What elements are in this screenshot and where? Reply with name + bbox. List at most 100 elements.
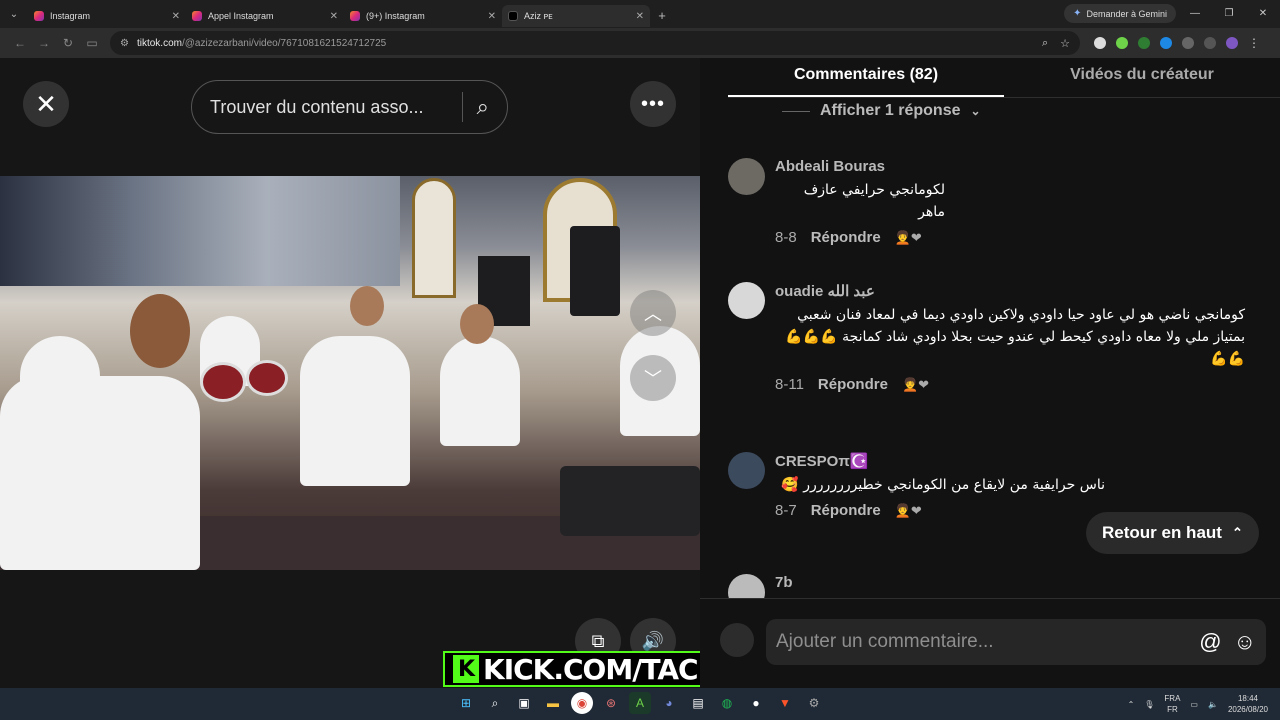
network-icon[interactable]: ▭ (1190, 700, 1198, 709)
reply-button[interactable]: Répondre (818, 376, 888, 393)
extension-icon[interactable] (1094, 37, 1106, 49)
back-icon[interactable]: ← (8, 36, 32, 50)
volume-icon[interactable]: 🔈 (1208, 700, 1218, 709)
avatar[interactable] (728, 158, 765, 195)
comment-username[interactable]: 7b (775, 574, 1255, 591)
video-scene-drum (246, 360, 288, 396)
video-player[interactable] (0, 176, 700, 570)
start-windows-icon[interactable]: ⊞ (455, 692, 477, 714)
close-window-icon[interactable]: ✕ (1246, 0, 1280, 28)
video-scene-person (350, 286, 384, 326)
tab-comments[interactable]: Commentaires (82) (728, 58, 1004, 97)
comment-input[interactable]: Ajouter un commentaire... @ ☺ (766, 619, 1266, 665)
minimize-icon[interactable]: — (1178, 0, 1212, 28)
related-search-input[interactable]: Trouver du contenu asso... ⌕ (191, 80, 508, 134)
video-scene-drum (200, 362, 246, 402)
reply-button[interactable]: Répondre (811, 229, 881, 246)
tab-close-icon[interactable]: ✕ (636, 11, 644, 22)
extensions-bar: ⋮ (1094, 36, 1260, 50)
mention-icon[interactable]: @ (1199, 629, 1221, 655)
spotify-icon[interactable]: ◍ (716, 692, 738, 714)
system-tray: ⌃ 🎙 FRA FR ▭ 🔈 18:44 2026/08/20 (1128, 688, 1268, 720)
instagram-favicon-icon (192, 11, 202, 21)
clock-date: 2026/08/20 (1227, 705, 1268, 714)
tab-creator-videos[interactable]: Vidéos du créateur (1004, 58, 1280, 97)
avatar[interactable] (728, 574, 765, 598)
url-field[interactable]: ⚙ tiktok.com/@azizezarbani/video/7671081… (110, 31, 1080, 55)
tab-instagram-notifications[interactable]: (9+) Instagram ✕ (344, 5, 502, 27)
forward-icon[interactable]: → (32, 36, 56, 50)
tab-close-icon[interactable]: ✕ (172, 11, 180, 22)
gemini-spark-icon: ✦ (1073, 8, 1082, 19)
task-view-icon[interactable]: ▣ (513, 692, 535, 714)
extensions-puzzle-icon[interactable] (1182, 37, 1194, 49)
obs-icon[interactable]: ● (745, 692, 767, 714)
extension-icon[interactable] (1160, 37, 1172, 49)
discord-icon[interactable]: ◕ (658, 692, 680, 714)
ask-gemini-button[interactable]: ✦ Demander à Gemini (1064, 4, 1176, 23)
microphone-icon[interactable]: 🎙 (1144, 700, 1154, 709)
video-scene-person (300, 336, 410, 486)
back-to-top-button[interactable]: Retour en haut ⌃ (1086, 512, 1259, 554)
zoom-icon[interactable]: ⌕ (1042, 37, 1048, 50)
video-scene-person (130, 294, 190, 368)
tab-appel-instagram[interactable]: Appel Instagram ✕ (186, 5, 344, 27)
tab-search-icon[interactable]: ⌄ (0, 9, 28, 20)
url-host: tiktok.com (136, 37, 182, 49)
side-panel-icon[interactable]: ▭ (80, 36, 104, 50)
app-icon[interactable]: A (629, 692, 651, 714)
settings-gear-icon[interactable]: ⚙ (803, 692, 825, 714)
brave-icon[interactable]: ▼ (774, 692, 796, 714)
tray-overflow-icon[interactable]: ⌃ (1128, 700, 1135, 709)
language-indicator[interactable]: FRA FR (1164, 693, 1180, 715)
show-replies-button[interactable]: Afficher 1 réponse ⌄ (782, 102, 981, 120)
tab-close-icon[interactable]: ✕ (488, 11, 496, 22)
new-tab-button[interactable]: + (650, 8, 674, 23)
comment-username[interactable]: CRESPOπ☪️ (775, 452, 1255, 470)
file-explorer-icon[interactable]: ▬ (542, 692, 564, 714)
reply-button[interactable]: Répondre (811, 502, 881, 519)
close-video-button[interactable]: ✕ (23, 81, 69, 127)
avatar[interactable] (728, 282, 765, 319)
comment-date: 8-11 (775, 376, 804, 393)
site-info-icon[interactable]: ⚙ (120, 38, 129, 49)
tab-tiktok[interactable]: Aziz ᴘᴇ ✕ (502, 5, 650, 27)
tab-instagram[interactable]: Instagram ✕ (28, 5, 186, 27)
emoji-icon[interactable]: ☺ (1234, 629, 1256, 655)
taskbar-apps: ⊞ ⌕ ▣ ▬ ◉ ⊛ A ◕ ▤ ◍ ● ▼ ⚙ (455, 692, 825, 714)
comment-username[interactable]: Abdeali Bouras (775, 158, 1255, 175)
app-icon[interactable]: ⊛ (600, 692, 622, 714)
url-path: /@azizezarbani/video/7671081621524712725 (181, 37, 387, 49)
comment-text: ناس حرايفية من لايقاع من الكومانجي خطيرر… (781, 477, 1105, 493)
maximize-icon[interactable]: ❐ (1212, 0, 1246, 28)
creator-liked-icon: 🧑‍🦱❤ (894, 229, 922, 245)
extension-icon[interactable] (1116, 37, 1128, 49)
app-icon[interactable]: ▤ (687, 692, 709, 714)
menu-dots-icon[interactable]: ⋮ (1248, 36, 1260, 50)
more-dots-icon: ••• (640, 92, 665, 115)
avatar[interactable] (728, 452, 765, 489)
previous-video-button[interactable]: ︿ (630, 290, 676, 336)
extension-icon[interactable] (1138, 37, 1150, 49)
chrome-icon[interactable]: ◉ (571, 692, 593, 714)
clock[interactable]: 18:44 2026/08/20 (1228, 693, 1268, 715)
profile-avatar-icon[interactable] (1226, 37, 1238, 49)
reload-icon[interactable]: ↻ (56, 36, 80, 50)
comment-username[interactable]: ouadie عبد الله (775, 282, 1255, 300)
comments-tabs: Commentaires (82) Vidéos du créateur (728, 58, 1280, 98)
show-replies-label: Afficher 1 réponse (820, 102, 961, 119)
creator-liked-icon: 🧑‍🦱❤ (901, 376, 930, 392)
comment-text: لكومانجي حرايفي عازف ماهر (803, 182, 945, 220)
search-icon[interactable]: ⌕ (477, 94, 489, 120)
bookmark-star-icon[interactable]: ☆ (1060, 37, 1070, 50)
search-icon[interactable]: ⌕ (484, 692, 506, 714)
chevron-down-icon: ﹀ (644, 369, 662, 389)
tab-close-icon[interactable]: ✕ (330, 11, 338, 22)
tab-label: Appel Instagram (208, 11, 274, 21)
address-bar-row: ← → ↻ ▭ ⚙ tiktok.com/@azizezarbani/video… (0, 28, 1280, 58)
more-options-button[interactable]: ••• (630, 81, 676, 127)
instagram-favicon-icon (350, 11, 360, 21)
instagram-favicon-icon (34, 11, 44, 21)
media-controls-icon[interactable] (1204, 37, 1216, 49)
next-video-button[interactable]: ﹀ (630, 355, 676, 401)
